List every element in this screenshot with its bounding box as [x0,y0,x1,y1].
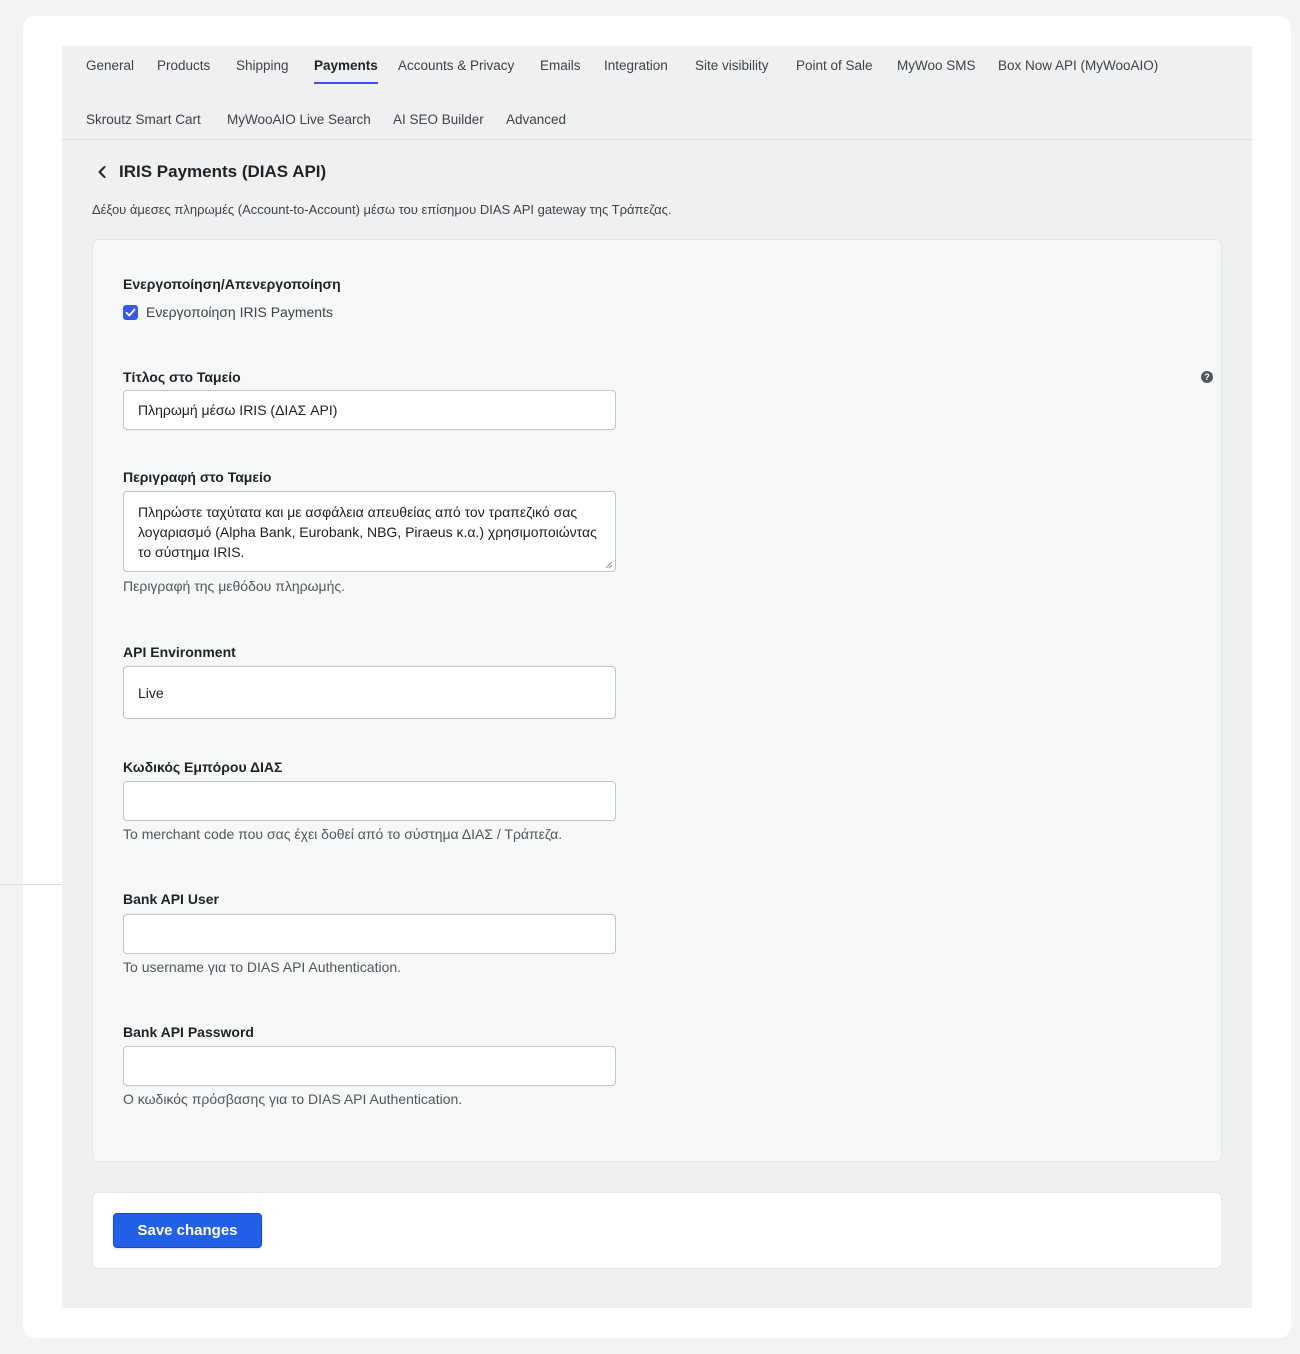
api-environment-select[interactable]: Live [123,666,616,719]
enable-checkbox-label[interactable]: Ενεργοποίηση IRIS Payments [146,304,333,320]
tab-point-of-sale[interactable]: Point of Sale [796,58,873,73]
description-text: Πληρώστε ταχύτατα και με ασφάλεια απευθε… [138,504,597,560]
tab-advanced[interactable]: Advanced [506,112,566,127]
description-textarea[interactable]: Πληρώστε ταχύτατα και με ασφάλεια απευθε… [123,491,616,572]
chevron-left-icon[interactable] [94,164,110,180]
tab-box-now-api[interactable]: Box Now API (MyWooAIO) [998,58,1158,73]
tab-accounts-privacy[interactable]: Accounts & Privacy [398,58,514,73]
merchant-code-input[interactable] [123,781,616,821]
save-changes-button[interactable]: Save changes [113,1213,262,1248]
api-user-help: Το username για το DIAS API Authenticati… [123,959,402,975]
tab-mywoo-sms[interactable]: MyWoo SMS [897,58,976,73]
api-user-label: Bank API User [123,891,219,907]
api-user-input[interactable] [123,914,616,954]
title-label: Τίτλος στο Ταμείο [123,369,241,385]
tab-emails[interactable]: Emails [540,58,581,73]
api-environment-label: API Environment [123,644,236,660]
page-heading: IRIS Payments (DIAS API) [94,162,326,182]
tab-shipping[interactable]: Shipping [236,58,289,73]
tab-general[interactable]: General [86,58,134,73]
tab-ai-seo-builder[interactable]: AI SEO Builder [393,112,484,127]
checkmark-icon [125,308,136,317]
tab-products[interactable]: Products [157,58,210,73]
title-input[interactable]: Πληρωμή μέσω IRIS (ΔΙΑΣ API) [123,390,616,430]
tab-live-search[interactable]: MyWooAIO Live Search [227,112,371,127]
description-label: Περιγραφή στο Ταμείο [123,469,272,485]
description-help: Περιγραφή της μεθόδου πληρωμής. [123,578,346,594]
api-password-label: Bank API Password [123,1024,254,1040]
tab-payments[interactable]: Payments [314,58,378,84]
save-panel: Save changes [92,1192,1222,1269]
api-password-input[interactable] [123,1046,616,1086]
merchant-code-help: Το merchant code που σας έχει δοθεί από … [123,826,563,842]
tab-skroutz-smart-cart[interactable]: Skroutz Smart Cart [86,112,201,127]
tab-integration[interactable]: Integration [604,58,668,73]
merchant-code-label: Κωδικός Εμπόρου ΔΙΑΣ [123,759,283,775]
enable-checkbox[interactable] [123,305,138,320]
page-title: IRIS Payments (DIAS API) [119,162,327,181]
tab-site-visibility[interactable]: Site visibility [695,58,769,73]
page-description: Δέξου άμεσες πληρωμές (Account-to-Accoun… [92,202,672,217]
question-circle-icon[interactable]: ? [1201,371,1213,383]
payment-settings-form: Ενεργοποίηση/Απενεργοποίηση Ενεργοποίηση… [92,239,1222,1162]
settings-container: General Products Shipping Payments Accou… [62,46,1252,1308]
api-password-help: Ο κωδικός πρόσβασης για το DIAS API Auth… [123,1091,463,1107]
settings-tabs: General Products Shipping Payments Accou… [62,46,1252,140]
resize-handle-icon[interactable] [605,561,613,569]
enable-label: Ενεργοποίηση/Απενεργοποίηση [123,276,341,292]
